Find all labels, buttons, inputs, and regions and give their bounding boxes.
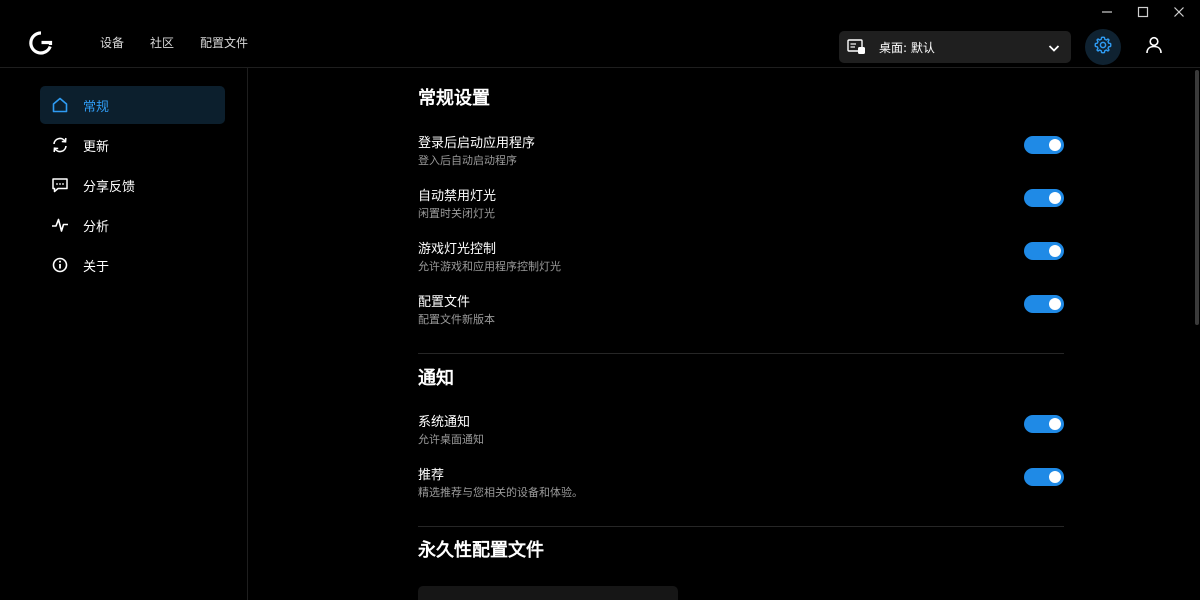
setting-title: 自动禁用灯光 [418,189,497,204]
setting-description: 允许桌面通知 [418,433,484,446]
nav-profiles[interactable]: 配置文件 [200,36,248,50]
setting-recommendations: 推荐 精选推荐与您相关的设备和体验。 [418,468,1064,504]
sidebar-item-feedback[interactable]: 分享反馈 [40,166,225,204]
logo-icon[interactable] [28,30,54,56]
setting-system-notifications: 系统通知 允许桌面通知 [418,415,1064,451]
refresh-icon [51,136,69,154]
scrollbar-thumb[interactable] [1195,70,1199,325]
section-divider [418,526,1064,527]
sidebar-item-updates[interactable]: 更新 [40,126,225,164]
toggle-knob [1049,139,1061,151]
sidebar-item-label: 分析 [83,219,110,235]
sidebar-item-general[interactable]: 常规 [40,86,225,124]
sidebar-item-label: 分享反馈 [83,179,136,195]
recommendations-toggle[interactable] [1024,468,1064,486]
sidebar-item-about[interactable]: 关于 [40,246,225,284]
user-icon [1144,35,1164,59]
toggle-knob [1049,418,1061,430]
setting-description: 闲置时关闭灯光 [418,207,495,220]
toggle-knob [1049,245,1061,257]
sidebar: 常规 更新 分享反馈 分析 关于 [0,68,248,600]
top-bar: 设备 社区 配置文件 桌面: 默认 [0,0,1200,68]
setting-auto-disable-lighting: 自动禁用灯光 闲置时关闭灯光 [418,189,1064,225]
sidebar-item-label: 常规 [83,99,110,115]
auto-disable-lighting-toggle[interactable] [1024,189,1064,207]
feedback-icon [51,176,69,194]
profile-files-toggle[interactable] [1024,295,1064,313]
gear-icon [1093,35,1113,59]
profile-label: 桌面: 默认 [879,40,935,55]
setting-title: 游戏灯光控制 [418,242,497,257]
toggle-knob [1049,298,1061,310]
toggle-knob [1049,471,1061,483]
section-title-general: 常规设置 [418,88,490,109]
setting-title: 推荐 [418,468,445,483]
settings-button[interactable] [1085,29,1121,65]
sidebar-item-label: 更新 [83,139,110,155]
section-title-persistent-profiles: 永久性配置文件 [418,540,544,561]
info-icon [51,256,69,274]
setting-description: 精选推荐与您相关的设备和体验。 [418,486,583,499]
game-lighting-control-toggle[interactable] [1024,242,1064,260]
app-window: 设备 社区 配置文件 桌面: 默认 常规 更新 分享反馈 分析 关于 常规设置 … [0,0,1200,600]
sidebar-item-label: 关于 [83,259,110,275]
nav-devices[interactable]: 设备 [100,36,124,50]
setting-title: 配置文件 [418,295,471,310]
desktop-profile-icon [847,38,867,56]
top-nav: 设备 社区 配置文件 [100,36,248,50]
section-divider [418,353,1064,354]
setting-profile-files: 配置文件 配置文件新版本 [418,295,1064,331]
home-icon [51,96,69,114]
analytics-icon [51,216,69,234]
setting-title: 系统通知 [418,415,471,430]
launch-on-login-toggle[interactable] [1024,136,1064,154]
setting-game-lighting-control: 游戏灯光控制 允许游戏和应用程序控制灯光 [418,242,1064,278]
sidebar-item-analytics[interactable]: 分析 [40,206,225,244]
persistent-profile-dropdown[interactable] [418,586,678,600]
setting-description: 允许游戏和应用程序控制灯光 [418,260,561,273]
nav-community[interactable]: 社区 [150,36,174,50]
setting-description: 登入后自动启动程序 [418,154,517,167]
chevron-down-icon [1047,40,1061,54]
profile-dropdown[interactable]: 桌面: 默认 [839,31,1071,63]
setting-description: 配置文件新版本 [418,313,495,326]
setting-launch-on-login: 登录后启动应用程序 登入后自动启动程序 [418,136,1064,172]
toggle-knob [1049,192,1061,204]
account-button[interactable] [1142,35,1166,59]
section-title-notifications: 通知 [418,368,454,389]
system-notifications-toggle[interactable] [1024,415,1064,433]
setting-title: 登录后启动应用程序 [418,136,536,151]
